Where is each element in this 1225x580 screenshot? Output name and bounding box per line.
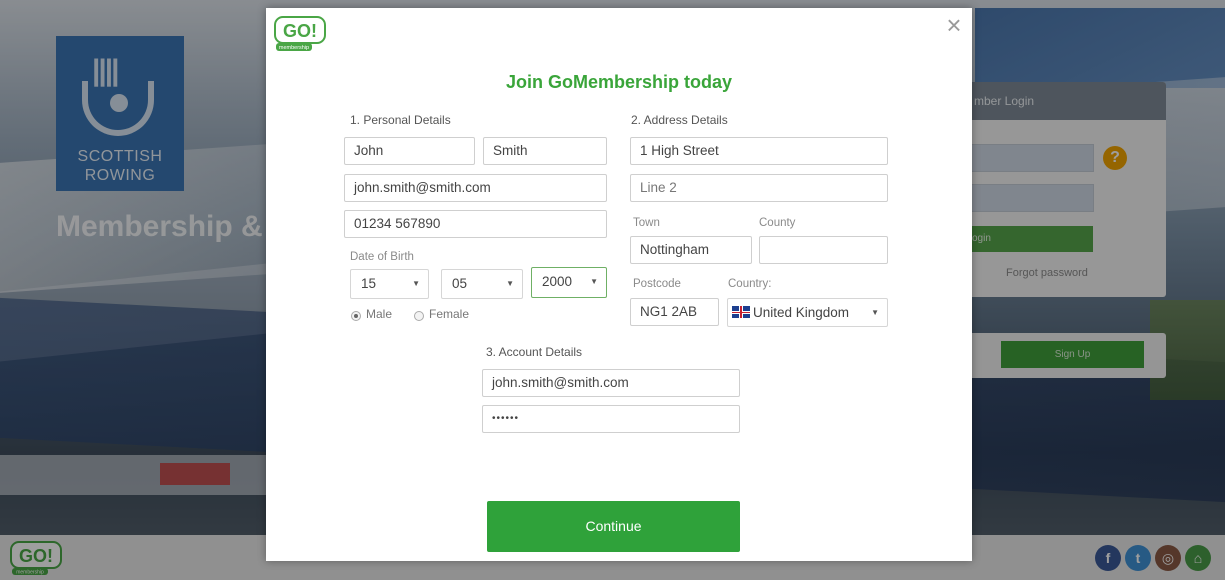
email-field[interactable]: john.smith@smith.com <box>344 174 607 202</box>
address-line2-field[interactable]: Line 2 <box>630 174 888 202</box>
modal-title-text: Join GoMembership today <box>505 72 733 92</box>
phone-field[interactable]: 01234 567890 <box>344 210 607 238</box>
svg-text:GO!: GO! <box>283 21 317 41</box>
join-modal: GO! membership × Join GoMembership today… <box>266 8 972 561</box>
caret-down-icon: ▼ <box>506 279 514 288</box>
gender-male-label[interactable]: Male <box>366 307 392 321</box>
gender-female-label[interactable]: Female <box>429 307 469 321</box>
continue-button[interactable]: Continue <box>487 501 740 552</box>
modal-title: Join GoMembership today <box>266 72 972 93</box>
country-select[interactable]: United Kingdom ▼ <box>727 298 888 327</box>
dob-day-select[interactable]: 15 ▼ <box>350 269 429 299</box>
dob-label: Date of Birth <box>350 251 414 263</box>
svg-text:membership: membership <box>279 45 309 51</box>
first-name-field[interactable]: John <box>344 137 475 165</box>
town-label: Town <box>633 217 660 229</box>
personal-details-heading: 1. Personal Details <box>350 113 451 127</box>
last-name-field[interactable]: Smith <box>483 137 607 165</box>
postcode-field[interactable]: NG1 2AB <box>630 298 719 326</box>
uk-flag-icon <box>732 306 750 318</box>
account-email-field[interactable]: john.smith@smith.com <box>482 369 740 397</box>
account-details-heading: 3. Account Details <box>486 345 583 359</box>
gender-male-radio[interactable] <box>351 311 361 321</box>
caret-down-icon: ▼ <box>590 277 598 286</box>
account-password-field[interactable]: •••••• <box>482 405 740 433</box>
dob-year-select[interactable]: 2000 ▼ <box>531 267 607 298</box>
town-field[interactable]: Nottingham <box>630 236 752 264</box>
address-line1-field[interactable]: 1 High Street <box>630 137 888 165</box>
close-icon[interactable]: × <box>942 12 966 38</box>
dob-month-value: 05 <box>452 276 468 291</box>
postcode-label: Postcode <box>633 278 681 290</box>
county-field[interactable] <box>759 236 888 264</box>
gomembership-logo: GO! membership <box>274 16 326 51</box>
address-details-heading: 2. Address Details <box>631 113 728 127</box>
dob-month-select[interactable]: 05 ▼ <box>441 269 523 299</box>
country-label: Country: <box>728 278 772 290</box>
gender-female-radio[interactable] <box>414 311 424 321</box>
dob-year-value: 2000 <box>542 274 573 289</box>
country-value: United Kingdom <box>753 305 850 320</box>
dob-day-value: 15 <box>361 276 377 291</box>
caret-down-icon: ▼ <box>871 308 879 317</box>
caret-down-icon: ▼ <box>412 279 420 288</box>
county-label: County <box>759 217 796 229</box>
